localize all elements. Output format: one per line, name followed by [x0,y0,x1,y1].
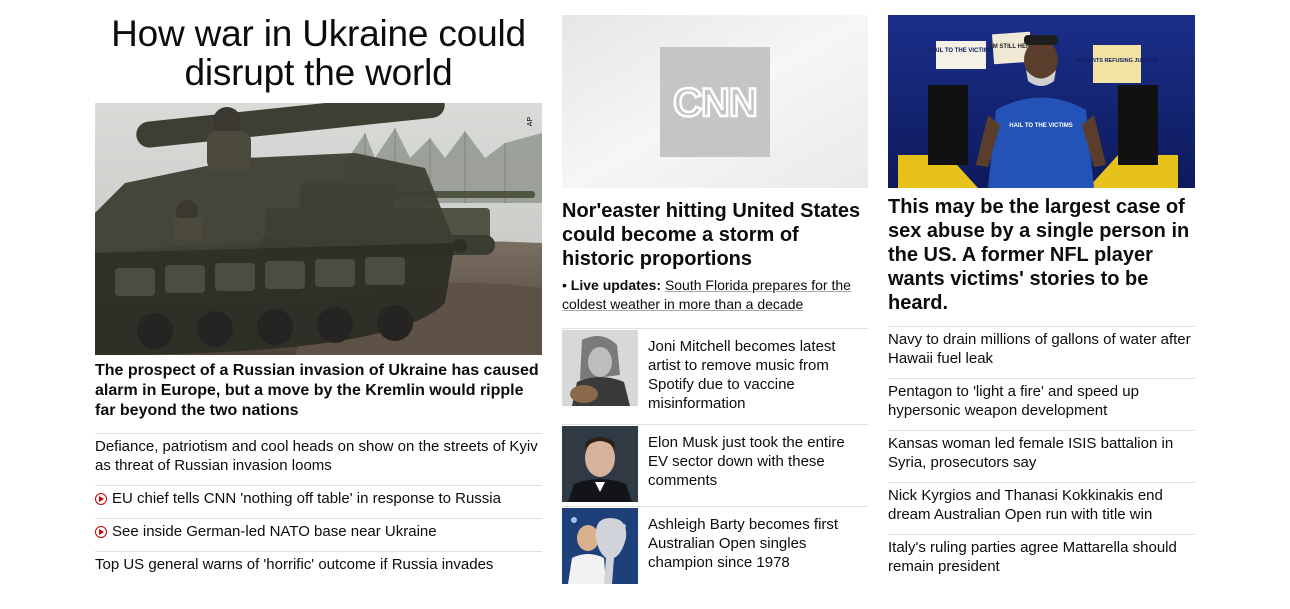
thumbnail-elon-musk[interactable] [562,426,638,502]
svg-text:HAIL TO THE VICTIMS: HAIL TO THE VICTIMS [929,48,992,54]
list-item[interactable]: Pentagon to 'light a fire' and speed up … [888,378,1195,430]
list-item-text[interactable]: Pentagon to 'light a fire' and speed up … [888,383,1139,419]
list-item-text[interactable]: Kansas woman led female ISIS battalion i… [888,435,1173,471]
list-item-text[interactable]: Nick Kyrgios and Thanasi Kokkinakis end … [888,487,1163,523]
thumbnail-ashleigh-barty[interactable] [562,508,638,584]
thumb-headline[interactable]: Elon Musk just took the entire EV sector… [648,433,868,490]
list-item[interactable]: Italy's ruling parties agree Mattarella … [888,534,1195,586]
zone-title[interactable]: How war in Ukraine could disrupt the wor… [95,14,542,92]
headline-list: Defiance, patriotism and cool heads on s… [95,433,542,584]
list-item-text[interactable]: Italy's ruling parties agree Mattarella … [888,539,1177,575]
thumb-headline[interactable]: Joni Mitchell becomes latest artist to r… [648,337,868,413]
video-play-icon [95,493,107,505]
thumb-list-item[interactable]: Elon Musk just took the entire EV sector… [562,424,868,506]
list-item[interactable]: Nick Kyrgios and Thanasi Kokkinakis end … [888,482,1195,534]
list-item[interactable]: Kansas woman led female ISIS battalion i… [888,430,1195,482]
bullet: • [562,277,571,293]
list-item[interactable]: Defiance, patriotism and cool heads on s… [95,433,542,485]
list-item[interactable]: Top US general warns of 'horrific' outco… [95,551,542,584]
hero-image-tanks[interactable]: AP [95,103,542,355]
list-item[interactable]: See inside German-led NATO base near Ukr… [95,518,542,551]
lead-headline[interactable]: The prospect of a Russian invasion of Uk… [95,361,542,421]
photo-credit: AP [527,117,534,127]
list-item-text[interactable]: EU chief tells CNN 'nothing off table' i… [112,490,501,507]
zone-ukraine: How war in Ukraine could disrupt the wor… [95,0,542,573]
headline-list: Navy to drain millions of gallons of wat… [888,326,1195,586]
hero-image-cnn-placeholder[interactable]: CNN [562,15,868,188]
thumb-headline-list: Joni Mitchell becomes latest artist to r… [562,328,868,602]
list-item-text[interactable]: See inside German-led NATO base near Ukr… [112,523,437,540]
live-updates-link[interactable]: • Live updates: South Florida prepares f… [562,276,868,314]
svg-text:REGENTS REFUSING JUSTICE: REGENTS REFUSING JUSTICE [1076,58,1158,64]
list-item[interactable]: Navy to drain millions of gallons of wat… [888,326,1195,378]
thumbnail-joni-mitchell[interactable] [562,330,638,406]
list-item-text[interactable]: Defiance, patriotism and cool heads on s… [95,438,538,474]
hero-image-protest[interactable]: HAIL TO THE VICTIMS I'M STILL HERE REGEN… [888,15,1195,188]
list-item[interactable]: EU chief tells CNN 'nothing off table' i… [95,485,542,518]
svg-text:CNN: CNN [673,81,757,125]
svg-text:HAIL TO THE VICTIMS: HAIL TO THE VICTIMS [1009,123,1072,129]
lead-headline[interactable]: This may be the largest case of sex abus… [888,195,1195,315]
thumb-list-item[interactable]: Ashleigh Barty becomes first Australian … [562,506,868,602]
live-updates-label: Live updates: [570,277,662,293]
lead-headline[interactable]: Nor'easter hitting United States could b… [562,199,868,271]
list-item-text[interactable]: Top US general warns of 'horrific' outco… [95,556,493,573]
video-play-icon [95,526,107,538]
list-item-text[interactable]: Navy to drain millions of gallons of wat… [888,331,1191,367]
thumb-headline[interactable]: Ashleigh Barty becomes first Australian … [648,515,868,572]
thumb-list-item[interactable]: Joni Mitchell becomes latest artist to r… [562,328,868,424]
